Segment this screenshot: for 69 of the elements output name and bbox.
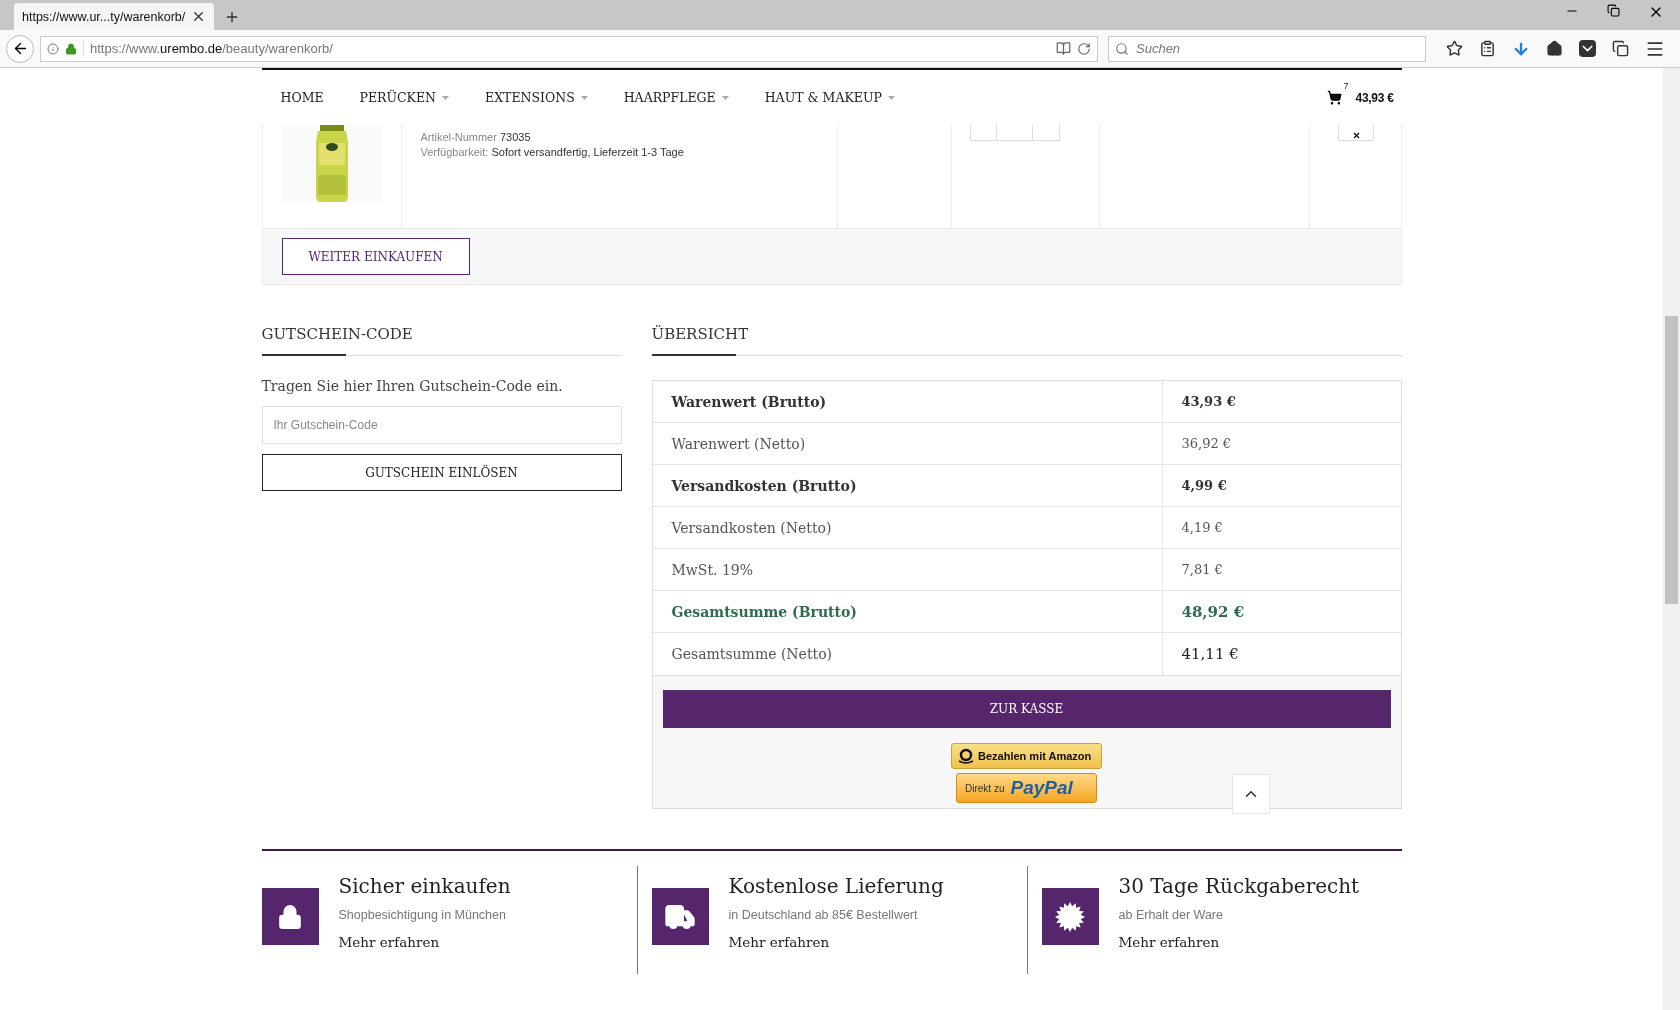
summary-value: 36,92 € — [1180, 435, 1233, 453]
clipboard-icon[interactable] — [1479, 40, 1496, 57]
reload-icon[interactable] — [1077, 41, 1091, 56]
summary-label: Versandkosten (Brutto) — [652, 465, 1163, 506]
summary-label: Warenwert (Netto) — [652, 423, 1163, 464]
cart-total: 43,93 € — [1355, 90, 1394, 105]
lock-icon — [277, 903, 303, 930]
browser-tab[interactable]: https://www.ur...ty/warenkorb/ — [14, 3, 214, 30]
feature-title: Sicher einkaufen — [338, 874, 511, 898]
summary-heading: ÜBERSICHT — [651, 320, 1402, 356]
nav-link[interactable]: PERÜCKEN — [359, 90, 450, 105]
cart-count: 7 — [1343, 81, 1349, 91]
summary-value: 43,93 € — [1180, 393, 1237, 411]
feature-subtitle: ab Erhalt der Ware — [1118, 908, 1224, 922]
summary-value: 48,92 € — [1180, 601, 1246, 623]
back-button[interactable] — [6, 34, 34, 63]
star-icon[interactable] — [1446, 40, 1463, 57]
summary-label: Warenwert (Brutto) — [652, 381, 1163, 422]
nav-link[interactable]: HAUT & MAKEUP — [764, 90, 895, 105]
summary-value: 4,99 € — [1180, 477, 1228, 495]
checkout-button[interactable]: ZUR KASSE — [662, 690, 1391, 728]
feature-subtitle: Shopbesichtigung in München — [338, 908, 507, 922]
redeem-button[interactable]: GUTSCHEIN EINLÖSEN — [261, 454, 622, 491]
summary-label: Versandkosten (Netto) — [652, 507, 1163, 548]
coupon-field[interactable]: Ihr Gutschein-Code — [261, 406, 622, 444]
url-text: https://www.urembo.de/beauty/warenkorb/ — [83, 41, 1050, 56]
coupon-hint: Tragen Sie hier Ihren Gutschein-Code ein. — [261, 378, 564, 394]
new-tab-icon[interactable] — [224, 9, 240, 25]
feature-title: Kostenlose Lieferung — [728, 874, 944, 898]
summary-value: 41,11 € — [1180, 644, 1240, 665]
search-field[interactable]: Suchen — [1108, 35, 1426, 62]
remove-button[interactable] — [1338, 125, 1374, 141]
caret-icon — [887, 95, 895, 100]
feature-title: 30 Tage Rückgaberecht — [1118, 874, 1360, 898]
learn-more-link[interactable]: Mehr erfahren — [338, 934, 440, 950]
search-input[interactable]: Suchen — [1134, 40, 1419, 57]
smile-logo-icon — [958, 747, 974, 765]
restore-icon[interactable] — [1607, 4, 1620, 17]
feature-subtitle: in Deutschland ab 85€ Bestellwert — [728, 908, 919, 922]
learn-more-link[interactable]: Mehr erfahren — [1118, 934, 1220, 950]
learn-more-link[interactable]: Mehr erfahren — [728, 934, 830, 950]
availability-text: Verfügbarkeit: Sofort versandfertig, Lieferzeit 1-3 Tage — [420, 145, 684, 160]
info-icon — [47, 42, 59, 55]
scrollbar[interactable] — [1663, 68, 1680, 1010]
coupon-heading: GUTSCHEIN-CODE — [261, 320, 622, 356]
caret-icon — [721, 95, 729, 100]
nav-link[interactable]: HAARPFLEGE — [623, 90, 729, 105]
nav-link[interactable]: EXTENSIONS — [485, 90, 588, 105]
seal-icon — [1055, 901, 1085, 932]
summary-value: 4,19 € — [1180, 519, 1224, 537]
address-bar[interactable]: https://www.urembo.de/beauty/warenkorb/ — [40, 35, 1098, 62]
continue-shopping-button[interactable]: WEITER EINKAUFEN — [281, 238, 470, 275]
amazon-pay-button[interactable]: Bezahlen mit Amazon — [951, 743, 1102, 769]
caret-icon — [580, 95, 588, 100]
home-icon[interactable] — [1546, 40, 1563, 57]
search-icon — [1115, 41, 1129, 56]
paypal-button[interactable]: Direkt zu PayPal — [956, 773, 1097, 803]
reader-icon[interactable] — [1056, 41, 1071, 56]
close-tab-icon[interactable] — [191, 9, 206, 24]
nav-link[interactable]: HOME — [280, 90, 324, 105]
caret-icon — [442, 95, 450, 100]
article-number: Artikel-Nummer 73035 — [420, 130, 531, 145]
close-icon — [1351, 131, 1361, 140]
summary-label: MwSt. 19% — [652, 549, 1163, 590]
summary-label: Gesamtsumme (Netto) — [652, 633, 1163, 675]
cart-icon[interactable] — [1326, 90, 1342, 105]
lock-icon — [65, 42, 77, 55]
summary-value: 7,81 € — [1180, 561, 1224, 579]
summary-label: Gesamtsumme (Brutto) — [652, 591, 1163, 632]
